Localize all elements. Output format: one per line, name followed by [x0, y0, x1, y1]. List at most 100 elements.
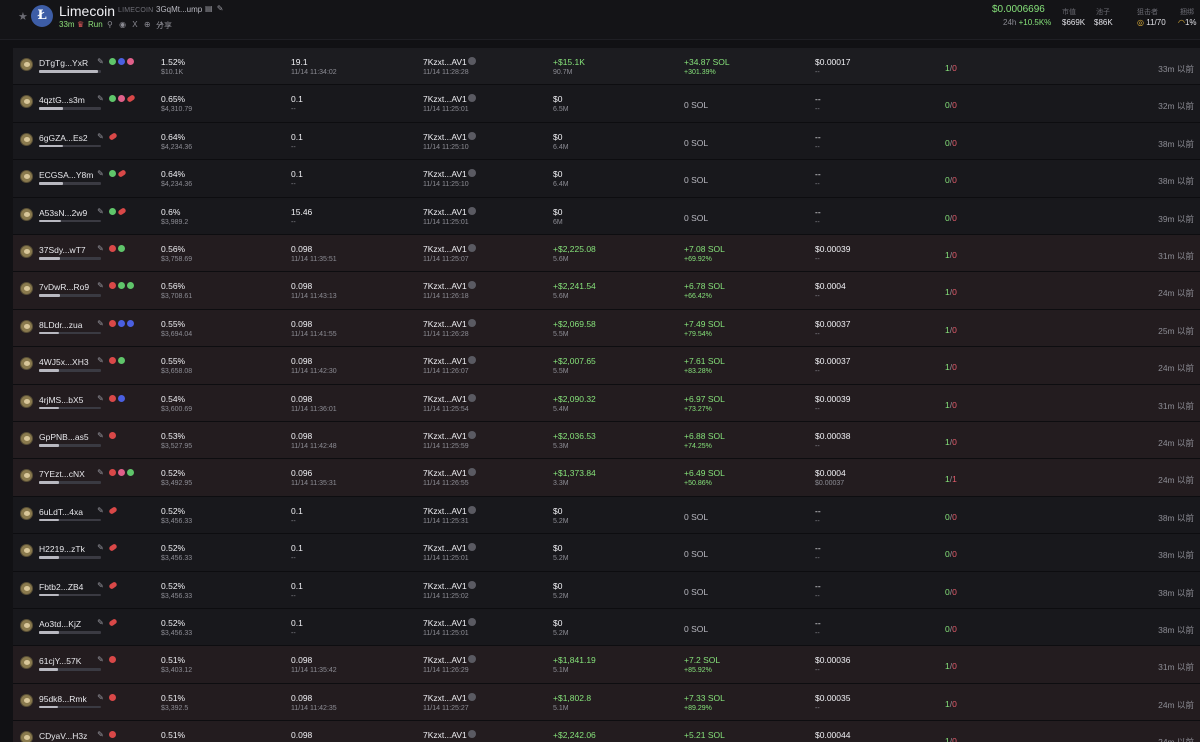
source-address[interactable]: 7Kzxt...AV1 [423, 655, 467, 665]
edit-icon[interactable]: ✎ [97, 207, 104, 216]
table-row[interactable]: 95dk8...Rmk ✎ 0.51% $3,392.5 0.098 11/14 11:4… [13, 683, 1200, 722]
avatar[interactable] [20, 357, 33, 371]
table-row[interactable]: Ao3td...KjZ ✎ 0.52% $3,456.33 0.1 -- 7Kzxt...A… [13, 609, 1200, 647]
table-row[interactable]: 4qztG...s3m ✎ 0.65% $4,310.79 0.1 -- 7Kzxt...A… [13, 85, 1200, 123]
avatar[interactable] [20, 58, 33, 71]
edit-icon[interactable]: ✎ [97, 244, 104, 253]
table-row[interactable]: 7vDwR...Ro9 ✎ 0.56% $3,708.61 0.098 11/14 11:… [13, 272, 1200, 310]
edit-icon[interactable]: ✎ [97, 394, 104, 403]
star-icon[interactable]: ★ [18, 10, 28, 23]
edit-icon[interactable]: ✎ [97, 132, 104, 141]
avatar[interactable] [20, 319, 33, 333]
copy-icon[interactable]: ▤ ✎ [205, 4, 224, 13]
avatar[interactable] [20, 693, 33, 707]
maker-address[interactable]: 37Sdy...wT7 [39, 245, 86, 255]
source-address[interactable]: 7Kzxt...AV1 [423, 94, 467, 104]
run-label[interactable]: Run [88, 20, 103, 29]
avatar[interactable] [20, 282, 33, 296]
maker-address[interactable]: GpPNB...as5 [39, 432, 89, 442]
avatar[interactable] [20, 170, 33, 184]
table-row[interactable]: DTgTg...YxR ✎ 1.52% $10.1K 19.1 11/14 11:34:0… [13, 48, 1200, 86]
edit-icon[interactable]: ✎ [97, 281, 104, 290]
edit-icon[interactable]: ✎ [97, 506, 104, 515]
source-address[interactable]: 7Kzxt...AV1 [423, 431, 467, 441]
maker-address[interactable]: DTgTg...YxR [39, 58, 88, 68]
edit-icon[interactable]: ✎ [97, 94, 104, 103]
maker-address[interactable]: 95dk8...Rmk [39, 694, 87, 704]
table-row[interactable]: 8LDdr...zua ✎ 0.55% $3,694.04 0.098 11/14 11:… [13, 309, 1200, 348]
source-address[interactable]: 7Kzxt...AV1 [423, 506, 467, 516]
source-address[interactable]: 7Kzxt...AV1 [423, 319, 467, 329]
token-address[interactable]: 3GqMt...ump [156, 5, 202, 14]
edit-icon[interactable]: ✎ [97, 57, 104, 66]
table-row[interactable]: H2219...zTk ✎ 0.52% $3,456.33 0.1 -- 7Kzxt...A… [13, 534, 1200, 572]
avatar[interactable] [20, 469, 33, 483]
table-row[interactable]: 7YEzt...cNX ✎ 0.52% $3,492.95 0.096 11/14 11:… [13, 459, 1200, 497]
edit-icon[interactable]: ✎ [97, 581, 104, 590]
source-address[interactable]: 7Kzxt...AV1 [423, 207, 467, 217]
maker-address[interactable]: 4rjMS...bX5 [39, 395, 83, 405]
source-address[interactable]: 7Kzxt...AV1 [423, 244, 467, 254]
avatar[interactable] [20, 544, 33, 558]
maker-address[interactable]: 6uLdT...4xa [39, 507, 83, 517]
table-row[interactable]: 4WJ5x...XH3 ✎ 0.55% $3,658.08 0.098 11/14 11:… [13, 347, 1200, 385]
table-row[interactable]: 6uLdT...4xa ✎ 0.52% $3,456.33 0.1 -- 7Kzxt...A… [13, 496, 1200, 535]
maker-address[interactable]: 7YEzt...cNX [39, 469, 85, 479]
avatar[interactable] [20, 731, 33, 742]
source-address[interactable]: 7Kzxt...AV1 [423, 169, 467, 179]
table-row[interactable]: A53sN...2w9 ✎ 0.6% $3,989.2 15.46 -- 7Kzxt...A… [13, 197, 1200, 235]
maker-address[interactable]: 7vDwR...Ro9 [39, 282, 89, 292]
maker-address[interactable]: ECGSA...Y8m [39, 170, 93, 180]
maker-address[interactable]: 6gGZA...Es2 [39, 133, 88, 143]
edit-icon[interactable]: ✎ [97, 693, 104, 702]
maker-address[interactable]: 4WJ5x...XH3 [39, 357, 89, 367]
edit-icon[interactable]: ✎ [97, 356, 104, 365]
avatar[interactable] [20, 207, 33, 221]
table-row[interactable]: 4rjMS...bX5 ✎ 0.54% $3,600.69 0.098 11/14 11:… [13, 384, 1200, 422]
maker-address[interactable]: H2219...zTk [39, 544, 85, 554]
table-row[interactable]: ECGSA...Y8m ✎ 0.64% $4,234.36 0.1 -- 7Kzxt...A… [13, 160, 1200, 198]
table-row[interactable]: Fbtb2...ZB4 ✎ 0.52% $3,456.33 0.1 -- 7Kzxt...A… [13, 571, 1200, 609]
table-row[interactable]: 61cjY...57K ✎ 0.51% $3,403.12 0.098 11/14 11:… [13, 646, 1200, 684]
source-address[interactable]: 7Kzxt...AV1 [423, 132, 467, 142]
avatar[interactable] [20, 619, 33, 632]
source-address[interactable]: 7Kzxt...AV1 [423, 581, 467, 591]
edit-icon[interactable]: ✎ [97, 655, 104, 664]
source-address[interactable]: 7Kzxt...AV1 [423, 356, 467, 366]
avatar[interactable] [20, 656, 33, 670]
table-row[interactable]: 6gGZA...Es2 ✎ 0.64% $4,234.36 0.1 -- 7Kzxt...A… [13, 122, 1200, 161]
avatar[interactable] [20, 245, 33, 258]
edit-icon[interactable]: ✎ [97, 169, 104, 178]
avatar[interactable] [20, 95, 33, 109]
source-address[interactable]: 7Kzxt...AV1 [423, 394, 467, 404]
edit-icon[interactable]: ✎ [97, 431, 104, 440]
maker-address[interactable]: Ao3td...KjZ [39, 619, 81, 629]
source-address[interactable]: 7Kzxt...AV1 [423, 281, 467, 291]
maker-address[interactable]: A53sN...2w9 [39, 208, 87, 218]
source-address[interactable]: 7Kzxt...AV1 [423, 693, 467, 703]
source-address[interactable]: 7Kzxt...AV1 [423, 618, 467, 628]
avatar[interactable] [20, 432, 33, 445]
edit-icon[interactable]: ✎ [97, 543, 104, 552]
avatar[interactable] [20, 394, 33, 408]
avatar[interactable] [20, 132, 33, 146]
source-address[interactable]: 7Kzxt...AV1 [423, 730, 467, 740]
avatar[interactable] [20, 506, 33, 520]
maker-address[interactable]: Fbtb2...ZB4 [39, 582, 83, 592]
edit-icon[interactable]: ✎ [97, 618, 104, 627]
maker-address[interactable]: 4qztG...s3m [39, 95, 85, 105]
maker-address[interactable]: 8LDdr...zua [39, 320, 82, 330]
source-address[interactable]: 7Kzxt...AV1 [423, 57, 467, 67]
table-row[interactable]: CDyaV...H3z ✎ 0.51% 0.098 7Kzxt...AV1 +$2,242… [13, 721, 1200, 742]
maker-address[interactable]: 61cjY...57K [39, 656, 81, 666]
avatar[interactable] [20, 581, 33, 595]
edit-icon[interactable]: ✎ [97, 730, 104, 739]
table-row[interactable]: GpPNB...as5 ✎ 0.53% $3,527.95 0.098 11/14 11:… [13, 422, 1200, 460]
table-row[interactable]: 37Sdy...wT7 ✎ 0.56% $3,758.69 0.098 11/14 11:… [13, 235, 1200, 273]
share-button[interactable]: 分享 [156, 20, 172, 31]
maker-address[interactable]: CDyaV...H3z [39, 731, 87, 741]
source-address[interactable]: 7Kzxt...AV1 [423, 468, 467, 478]
edit-icon[interactable]: ✎ [97, 468, 104, 477]
source-address[interactable]: 7Kzxt...AV1 [423, 543, 467, 553]
edit-icon[interactable]: ✎ [97, 319, 104, 328]
